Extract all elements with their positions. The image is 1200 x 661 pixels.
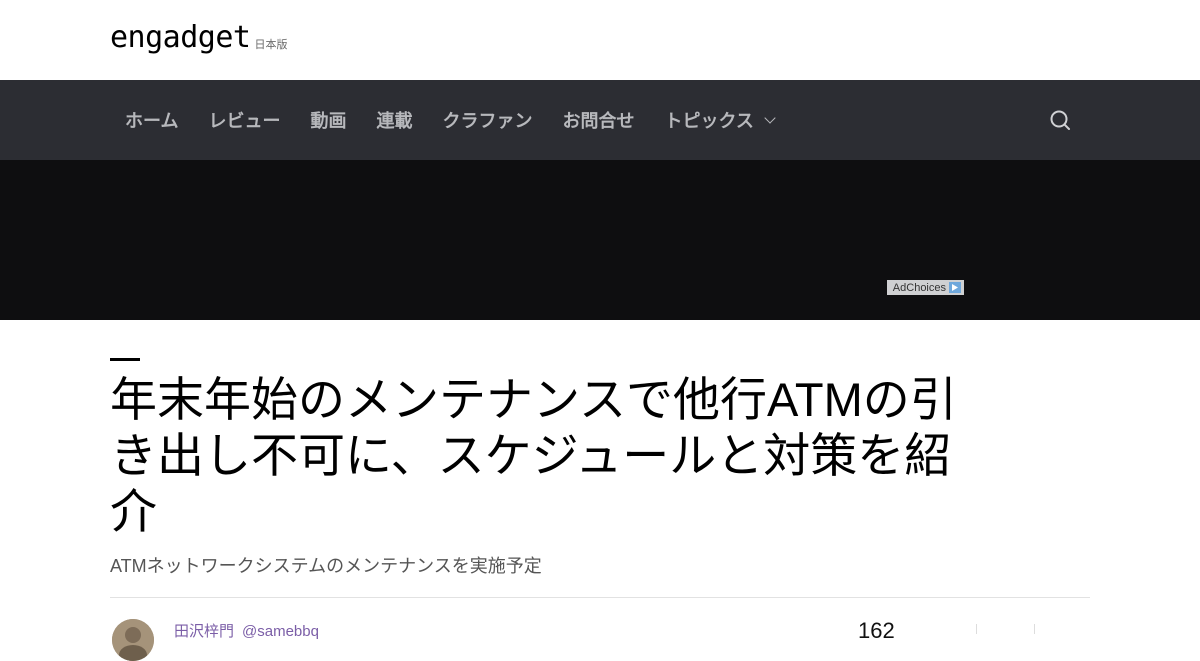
chevron-down-icon (764, 111, 776, 124)
nav-item-series[interactable]: 連載 (361, 107, 427, 133)
author-avatar[interactable] (112, 619, 154, 661)
nav-label: クラファン (442, 111, 533, 132)
main-navigation: ホーム レビュー 動画 連載 クラファン お問合せ トピックス (0, 80, 1200, 160)
nav-label: 連載 (376, 111, 413, 132)
author-name-link[interactable]: 田沢梓門 (174, 623, 234, 640)
adchoices-icon (949, 282, 961, 293)
nav-list: ホーム レビュー 動画 連載 クラファン お問合せ トピックス (110, 80, 789, 160)
nav-label: お問合せ (562, 111, 635, 132)
logo-wordmark: engadget (110, 20, 251, 55)
engadget-logo[interactable]: engadget 日本版 (110, 22, 288, 54)
share-separator (1034, 624, 1035, 634)
byline-divider (110, 597, 1090, 598)
nav-item-home[interactable]: ホーム (110, 107, 193, 133)
share-count: 162 (858, 618, 895, 643)
adchoices-label: AdChoices (892, 281, 946, 294)
author-byline: 田沢梓門 @samebbq (174, 620, 319, 641)
article-title: 年末年始のメンテナンスで他行ATMの引き出し不可に、スケジュールと対策を紹介 (110, 373, 957, 538)
nav-item-videos[interactable]: 動画 (295, 107, 361, 133)
title-accent-bar (110, 358, 140, 361)
nav-label: トピックス (664, 111, 754, 132)
article-subtitle: ATMネットワークシステムのメンテナンスを実施予定 (110, 556, 542, 576)
site-header: engadget 日本版 (0, 0, 1200, 80)
adchoices-badge[interactable]: AdChoices (887, 280, 964, 295)
nav-label: ホーム (125, 111, 179, 132)
nav-item-topics[interactable]: トピックス (649, 107, 788, 133)
search-button[interactable] (1048, 108, 1072, 132)
nav-item-reviews[interactable]: レビュー (193, 107, 295, 133)
ad-banner[interactable] (0, 160, 1200, 320)
search-icon (1050, 110, 1070, 130)
nav-item-contact[interactable]: お問合せ (547, 107, 649, 133)
edition-label: 日本版 (254, 38, 288, 51)
share-separator (976, 624, 977, 634)
author-handle-link[interactable]: @samebbq (242, 623, 319, 640)
nav-label: 動画 (310, 111, 347, 132)
nav-label: レビュー (208, 111, 281, 132)
nav-item-crowdfunding[interactable]: クラファン (427, 107, 547, 133)
avatar-image (112, 619, 154, 661)
